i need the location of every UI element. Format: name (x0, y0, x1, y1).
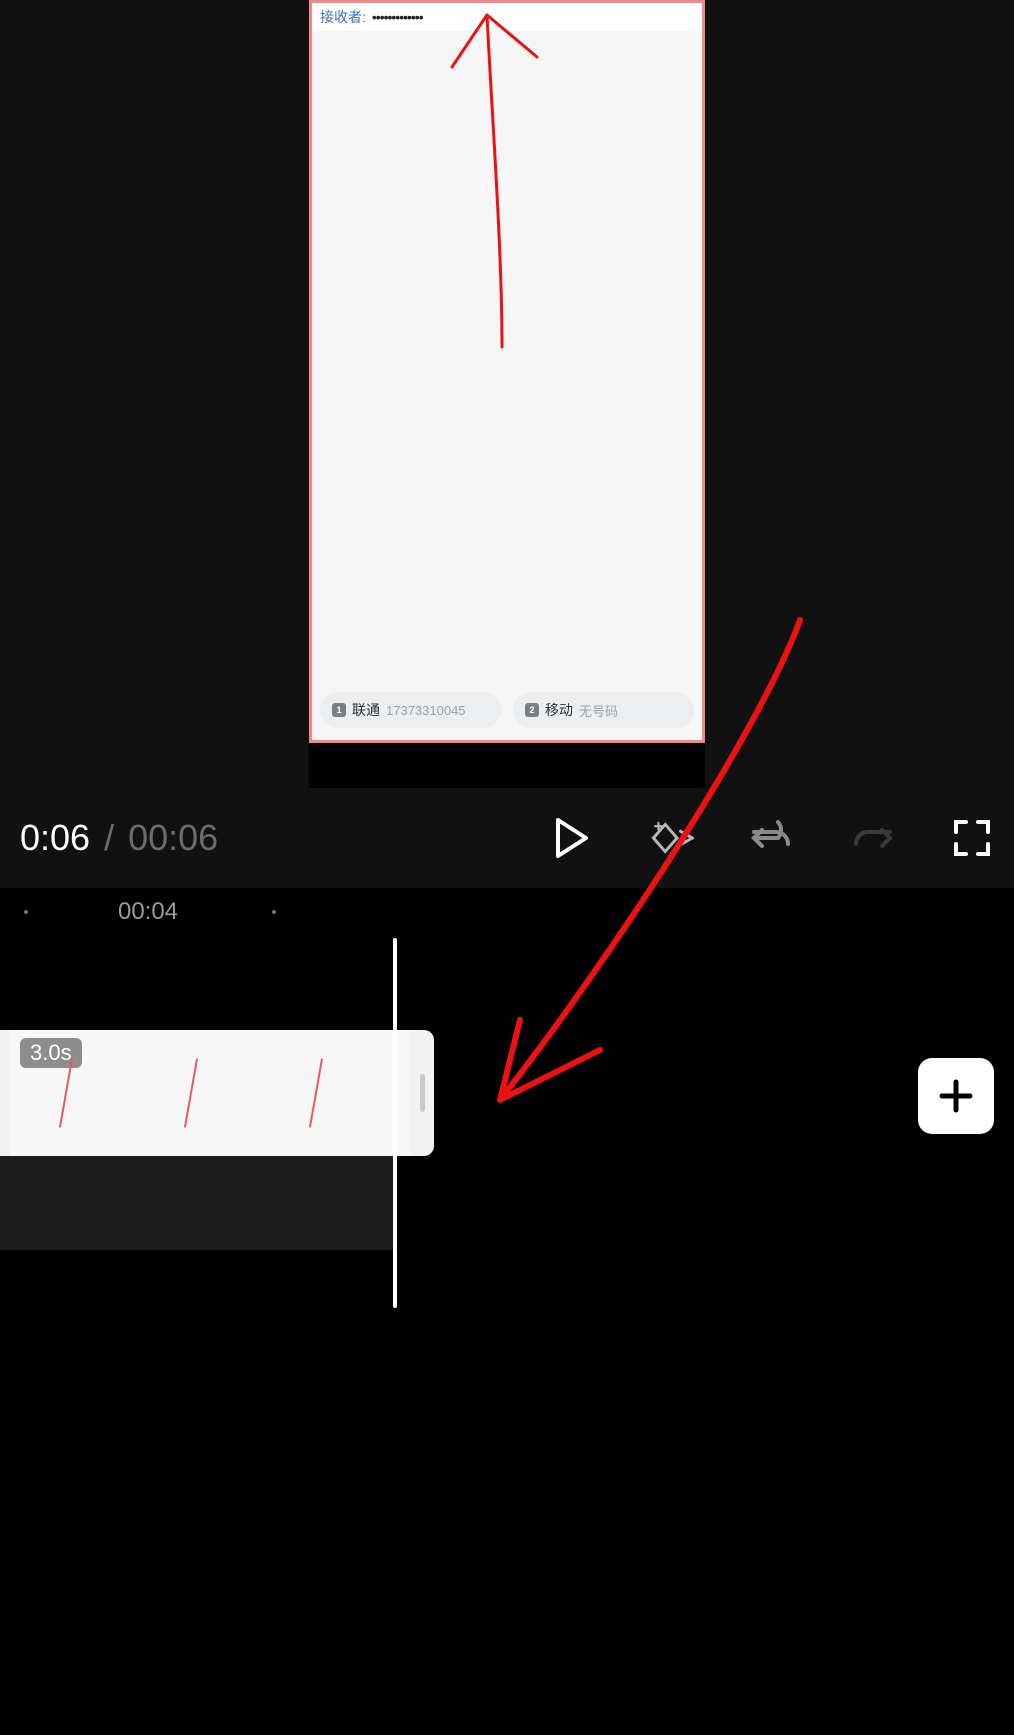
keyframe-add-icon (650, 818, 694, 858)
play-button[interactable] (550, 816, 594, 860)
time-total: 00:06 (128, 817, 218, 859)
video-preview-area: 接收者: ••••••••••••• 1 联通 17373310045 2 移动… (0, 0, 1014, 788)
sim2-carrier: 移动 (545, 700, 573, 720)
clip-trim-handle-left[interactable] (0, 1030, 10, 1156)
time-separator: / (104, 817, 114, 859)
ruler-label: 00:04 (118, 898, 178, 926)
play-icon (554, 818, 590, 858)
clip-marker (59, 1058, 73, 1127)
sim1-carrier: 联通 (352, 700, 380, 720)
sim2-number: 无号码 (579, 701, 618, 720)
phone-screen: 接收者: ••••••••••••• 1 联通 17373310045 2 移动… (309, 0, 705, 743)
sim1-chip[interactable]: 1 联通 17373310045 (320, 692, 501, 728)
keyframe-button[interactable] (650, 816, 694, 860)
audio-track[interactable] (0, 1156, 393, 1250)
message-recipient-bar: 接收者: ••••••••••••• (312, 3, 702, 31)
clip-duration-badge: 3.0s (20, 1038, 82, 1068)
playback-controls (550, 816, 994, 860)
recipient-label: 接收者: (320, 7, 366, 27)
sim1-number: 17373310045 (386, 703, 466, 718)
phone-frame: 接收者: ••••••••••••• 1 联通 17373310045 2 移动… (309, 0, 705, 788)
sim-badge-icon: 1 (332, 703, 346, 717)
timeline-area[interactable]: 00:04 3.0s (0, 888, 1014, 1735)
undo-icon (750, 820, 794, 856)
playhead[interactable] (393, 938, 397, 1308)
timeline-ruler[interactable]: 00:04 (0, 888, 1014, 938)
sim-selector-row: 1 联通 17373310045 2 移动 无号码 (320, 692, 694, 728)
undo-button[interactable] (750, 816, 794, 860)
plus-icon (936, 1076, 976, 1116)
sim2-chip[interactable]: 2 移动 无号码 (513, 692, 694, 728)
redo-icon (850, 820, 894, 856)
playback-bar: 0:06 / 00:06 (0, 788, 1014, 888)
recipient-masked: ••••••••••••• (372, 9, 423, 25)
ruler-tick (24, 910, 28, 914)
ruler-tick (272, 910, 276, 914)
fullscreen-icon (952, 818, 992, 858)
redo-button[interactable] (850, 816, 894, 860)
video-clip[interactable]: 3.0s (0, 1030, 434, 1156)
annotation-arrow-up (422, 0, 582, 357)
clip-marker (184, 1058, 198, 1127)
time-current: 0:06 (20, 817, 90, 859)
clip-body[interactable]: 3.0s (10, 1030, 410, 1156)
clip-marker (309, 1058, 323, 1127)
clip-trim-handle-right[interactable] (410, 1030, 434, 1156)
add-clip-button[interactable] (918, 1058, 994, 1134)
sim-badge-icon: 2 (525, 703, 539, 717)
grip-icon (420, 1074, 425, 1112)
fullscreen-button[interactable] (950, 816, 994, 860)
